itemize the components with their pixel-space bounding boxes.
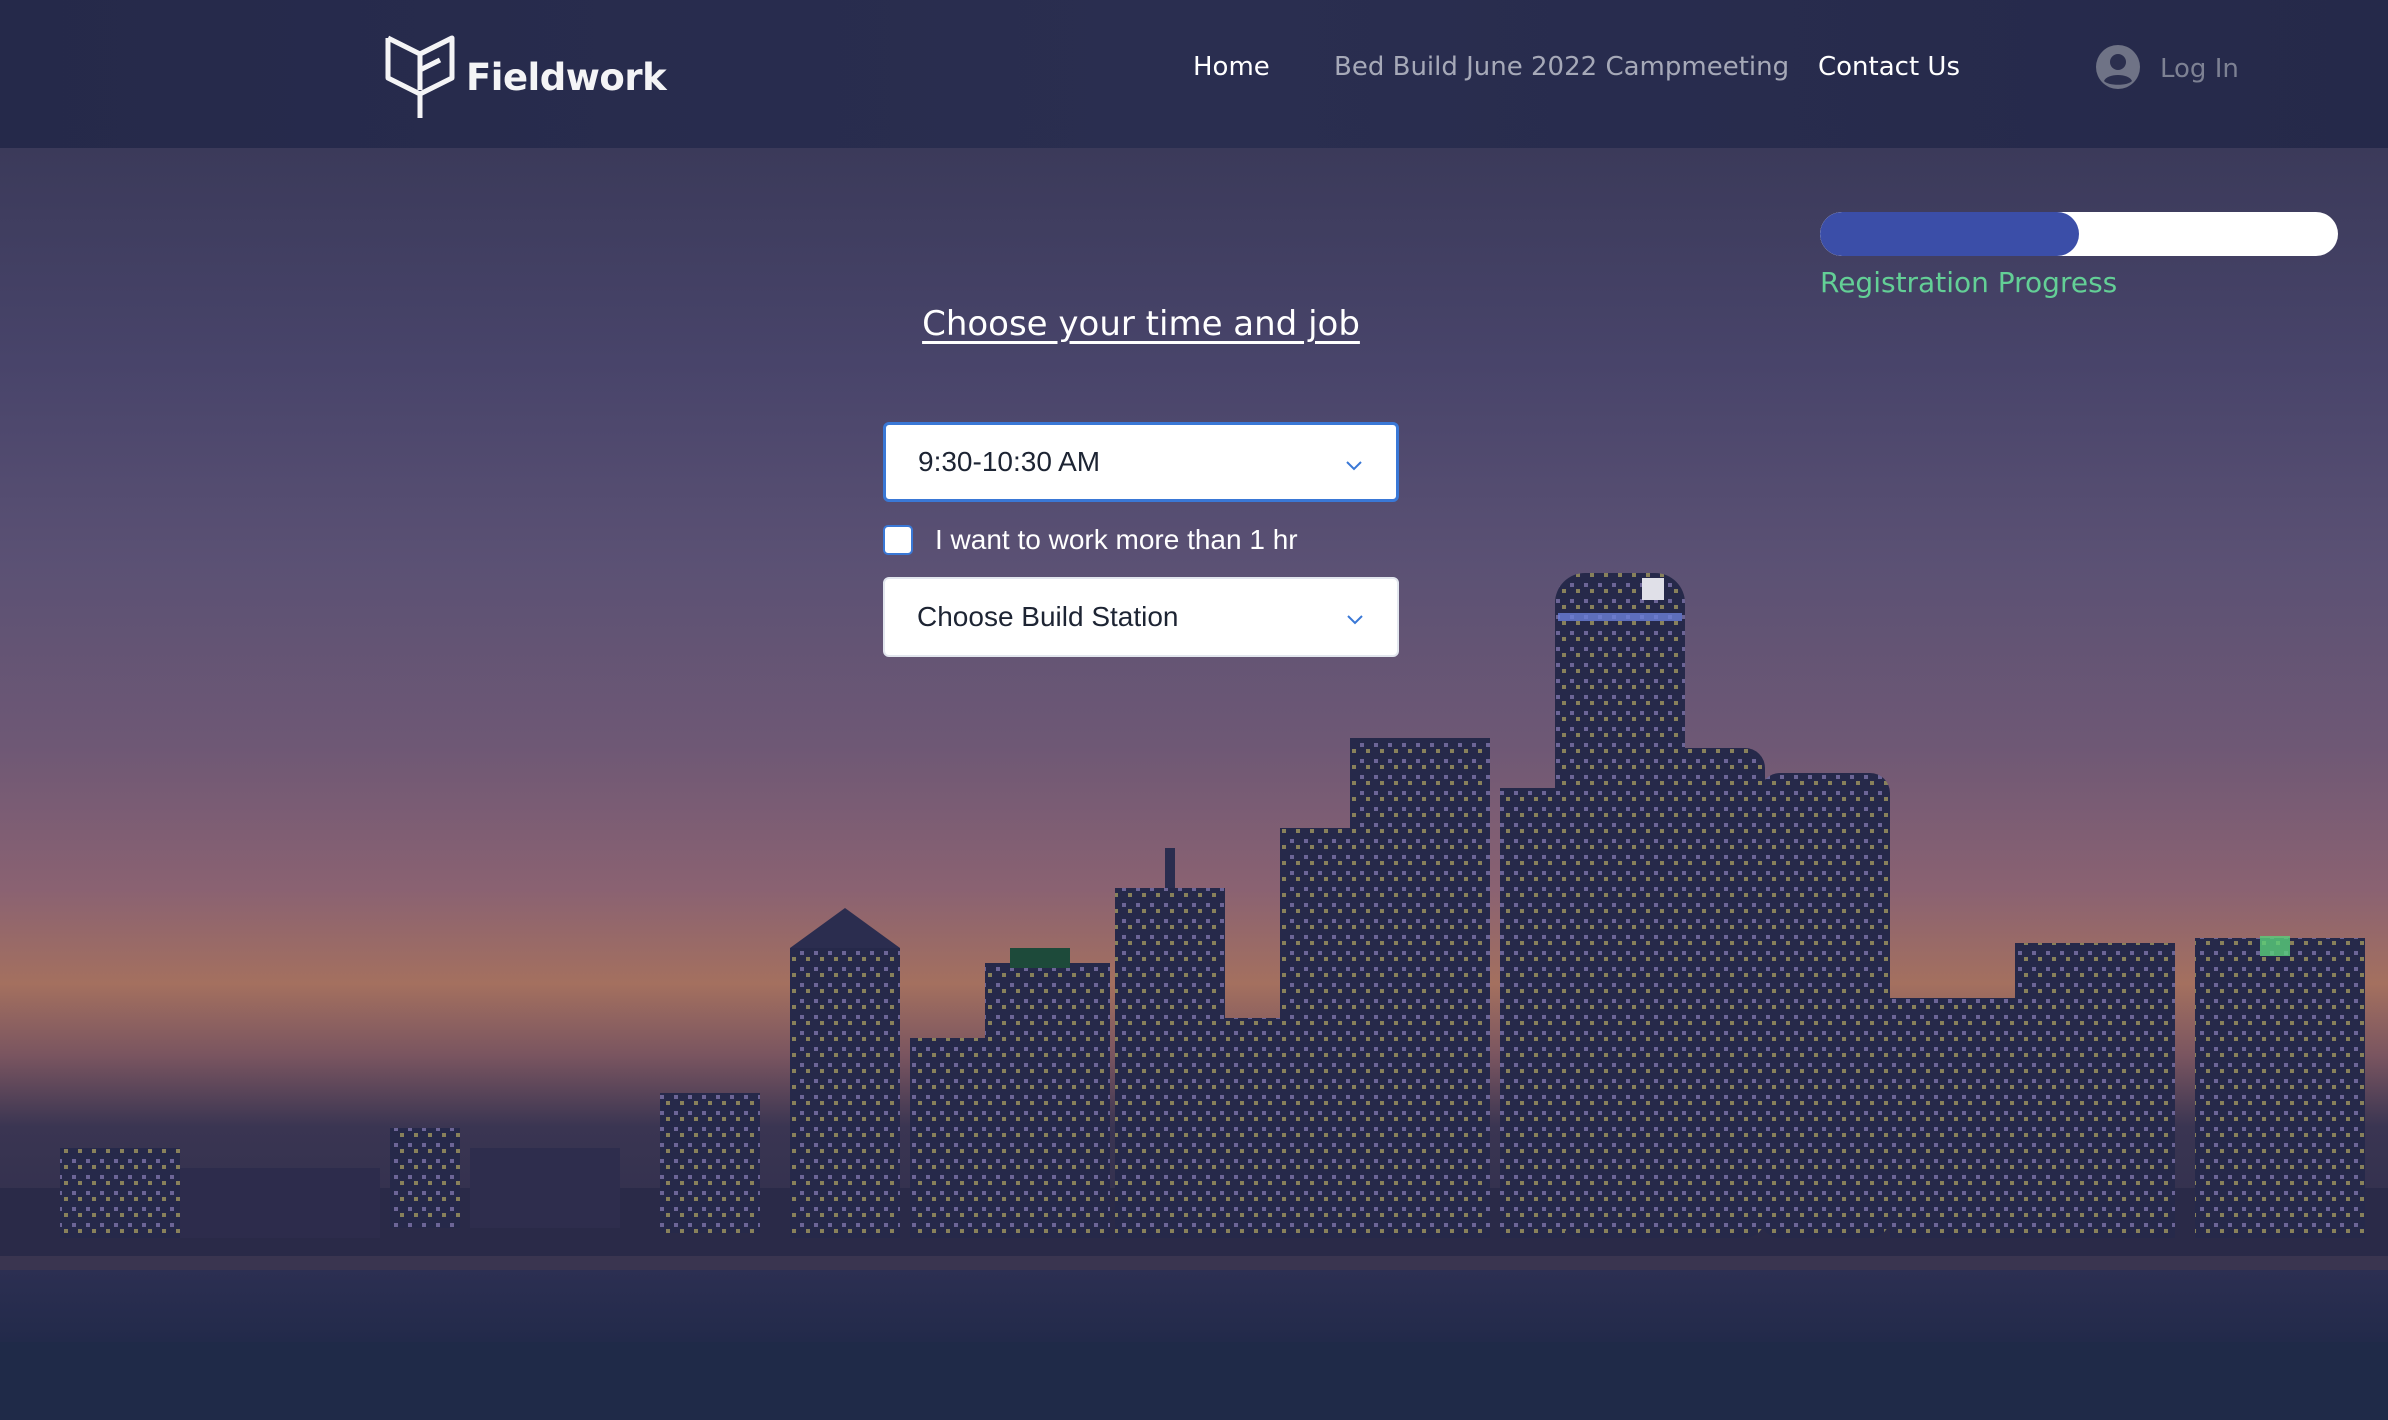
- login-label: Log In: [2160, 54, 2239, 84]
- fieldwork-logo-icon: [384, 30, 456, 124]
- build-station-value: Choose Build Station: [917, 601, 1179, 632]
- nav-contact-link[interactable]: Contact Us: [1818, 50, 1960, 84]
- nav-event-link[interactable]: Bed Build June 2022 Campmeeting: [1334, 50, 1789, 84]
- user-avatar-icon: [2094, 43, 2142, 95]
- site-header: Fieldwork Home Bed Build June 2022 Campm…: [0, 0, 2388, 148]
- more-than-hour-option[interactable]: I want to work more than 1 hr: [883, 524, 1298, 556]
- brand-name: Fieldwork: [466, 55, 667, 99]
- nav-home-link[interactable]: Home: [1193, 50, 1270, 84]
- more-than-hour-checkbox[interactable]: [883, 525, 913, 555]
- time-slot-select[interactable]: 9:30-10:30 AM: [883, 422, 1399, 502]
- form-title: Choose your time and job: [922, 304, 1360, 344]
- registration-progress-label: Registration Progress: [1820, 266, 2118, 299]
- login-button[interactable]: Log In: [2094, 43, 2239, 95]
- footer-band: [0, 1342, 2388, 1420]
- more-than-hour-label: I want to work more than 1 hr: [935, 524, 1298, 555]
- build-station-select[interactable]: Choose Build Station: [883, 577, 1399, 657]
- brand-logo[interactable]: Fieldwork: [384, 30, 667, 124]
- registration-progress-bar: [1820, 212, 2338, 256]
- time-slot-value: 9:30-10:30 AM: [918, 446, 1101, 477]
- registration-progress-fill: [1820, 212, 2079, 256]
- hero-section: Registration Progress Choose your time a…: [0, 148, 2388, 1342]
